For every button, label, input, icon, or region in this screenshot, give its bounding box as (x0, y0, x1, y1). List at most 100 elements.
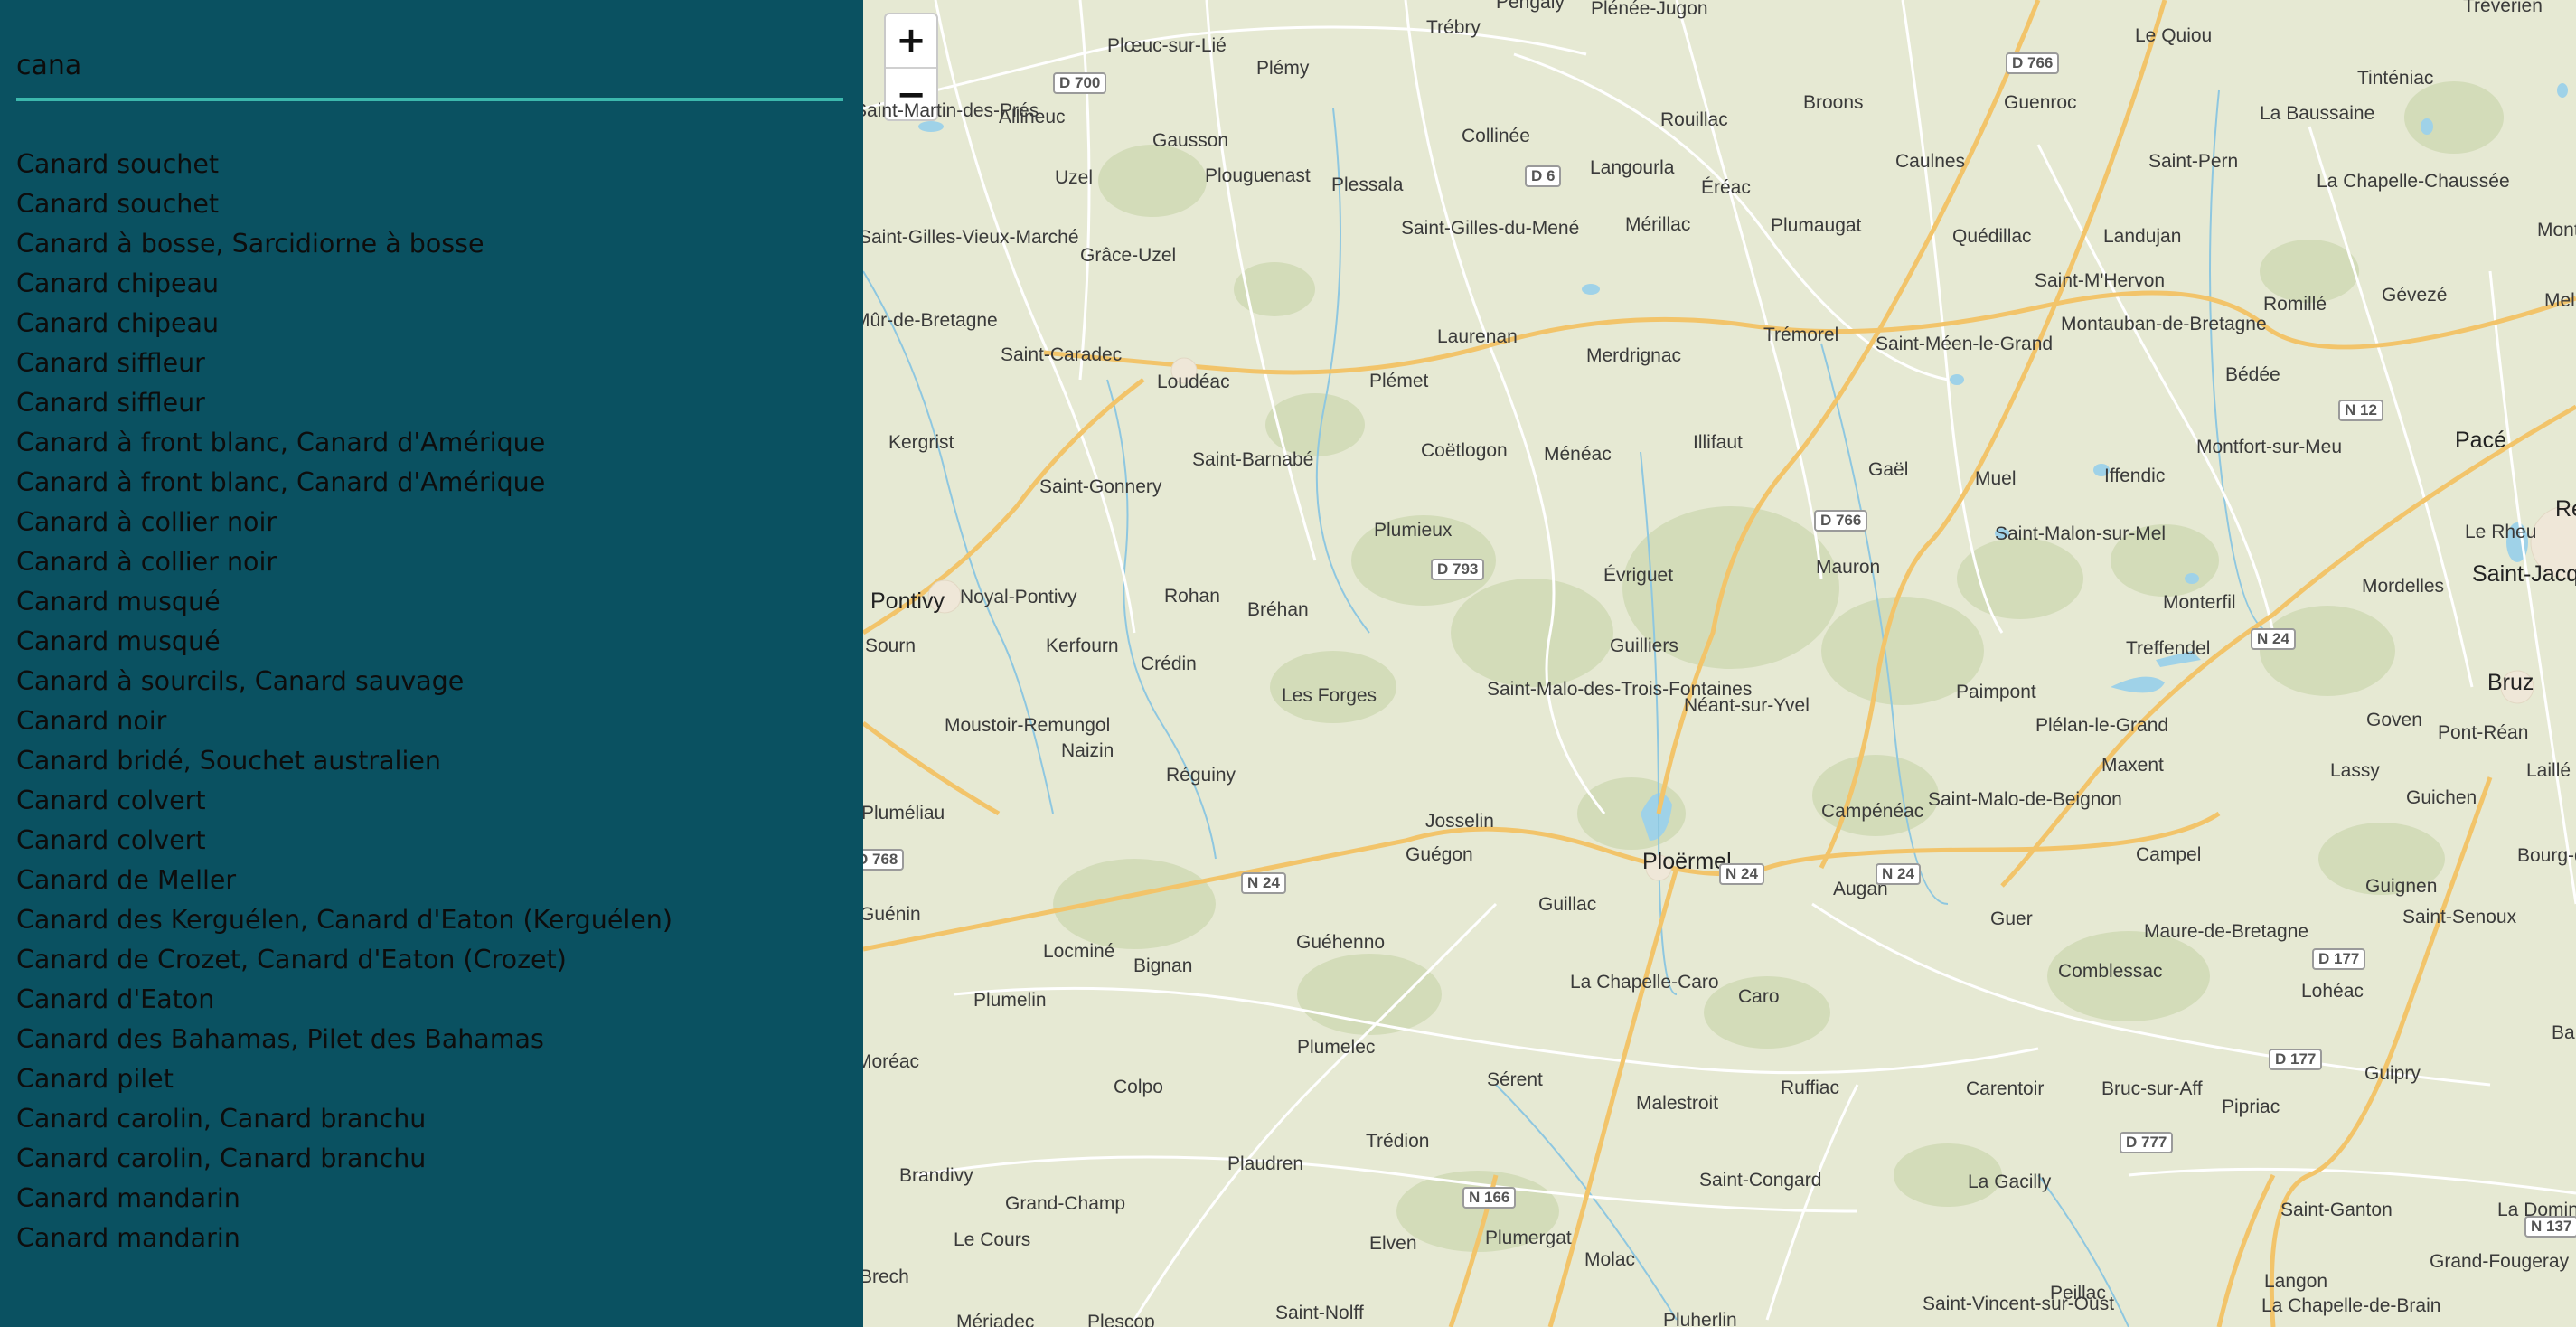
place-label: Plescop (1087, 1312, 1155, 1327)
result-item[interactable]: Canard à front blanc, Canard d'Amérique (16, 463, 672, 503)
place-label: Néant-sur-Yvel (1684, 695, 1810, 716)
result-item[interactable]: Canard carolin, Canard branchu (16, 1139, 672, 1179)
result-item[interactable]: Canard souchet (16, 145, 672, 184)
result-item[interactable]: Canard musqué (16, 622, 672, 662)
place-label: Campénéac (1821, 801, 1924, 822)
result-item[interactable]: Canard des Kerguélen, Canard d'Eaton (Ke… (16, 900, 672, 940)
place-label: Noyal-Pontivy (960, 587, 1077, 607)
place-label: Rohan (1164, 586, 1220, 607)
result-item[interactable]: Canard pilet (16, 1059, 672, 1099)
place-label: Kergrist (888, 432, 954, 453)
road-shield: D 177 (2312, 948, 2366, 970)
place-label: Gaël (1868, 459, 1909, 480)
place-label: Mûr-de-Bretagne (863, 310, 998, 331)
place-label: Quédillac (1952, 226, 2032, 247)
place-label: Brandivy (899, 1165, 973, 1186)
place-label: Plouguenast (1205, 165, 1311, 186)
place-label: Guénin (863, 904, 921, 925)
place-label: Pluméliau (863, 803, 945, 823)
place-label: Évriguet (1603, 565, 1674, 586)
place-label: Molac (1584, 1249, 1636, 1270)
place-label: Crédin (1141, 654, 1197, 674)
result-item[interactable]: Canard chipeau (16, 264, 672, 304)
place-label: Gausson (1152, 130, 1229, 151)
place-label: Plœuc-sur-Lié (1107, 35, 1227, 56)
result-item[interactable]: Canard d'Eaton (16, 980, 672, 1020)
place-label: Trébry (1426, 17, 1481, 38)
place-label: Réguiny (1166, 765, 1236, 786)
result-item[interactable]: Canard mandarin (16, 1179, 672, 1219)
road-shield: D 700 (1053, 72, 1107, 94)
place-label: Grand-Fougeray (2430, 1251, 2570, 1272)
place-label: Laillé (2526, 760, 2571, 781)
place-label: Saint-Pern (2148, 151, 2239, 172)
place-label: Saint-Gonnery (1039, 476, 1162, 497)
result-item[interactable]: Canard siffleur (16, 383, 672, 423)
place-label: La Gacilly (1968, 1172, 2052, 1192)
road-shield: N 24 (1719, 863, 1764, 885)
result-item[interactable]: Canard colvert (16, 821, 672, 861)
result-item[interactable]: Canard chipeau (16, 304, 672, 344)
place-label: Le Quiou (2135, 25, 2213, 46)
place-label: Montreuil-le-Gast (2537, 220, 2576, 240)
place-label: Gévezé (2382, 285, 2448, 306)
road-shield: N 166 (1462, 1187, 1517, 1209)
place-label: Éréac (1701, 177, 1751, 198)
road-shield: N 137 (2524, 1216, 2576, 1238)
place-label: Montauban-de-Bretagne (2061, 314, 2267, 334)
place-label: Mérillac (1625, 214, 1691, 235)
place-label: Locminé (1043, 941, 1115, 962)
place-label: Pont-Réan (2438, 722, 2529, 743)
place-label: Maure-de-Bretagne (2144, 921, 2309, 942)
place-label: Saint-Martin-des-Prés (863, 100, 1039, 121)
result-item[interactable]: Canard bridé, Souchet australien (16, 741, 672, 781)
place-label: Guignen (2365, 876, 2438, 897)
search-input[interactable] (16, 36, 843, 94)
result-item[interactable]: Canard colvert (16, 781, 672, 821)
place-label: Saint-Vincent-sur-Oust (1923, 1294, 2115, 1314)
place-label: Caro (1738, 986, 1780, 1007)
place-label: Plumergat (1485, 1228, 1572, 1248)
result-item[interactable]: Canard à bosse, Sarcidiorne à bosse (16, 224, 672, 264)
place-label: Bignan (1133, 955, 1193, 976)
place-label: Langourla (1590, 157, 1675, 178)
place-label: Guéhenno (1296, 932, 1386, 953)
place-label: Romillé (2263, 294, 2327, 315)
place-label: Guillac (1538, 894, 1597, 915)
result-item[interactable]: Canard de Meller (16, 861, 672, 900)
road-shield: N 24 (1876, 863, 1921, 885)
road-shield: D 6 (1525, 165, 1562, 187)
place-label: Le Rheu (2465, 522, 2537, 542)
road-shield: D 177 (2269, 1049, 2323, 1070)
place-label: Malestroit (1636, 1093, 1719, 1114)
map[interactable]: + − Plœuc-sur-Lié Trébry Plénée-Jugon Le… (863, 0, 2576, 1327)
result-item[interactable]: Canard siffleur (16, 344, 672, 383)
result-item[interactable]: Canard à sourcils, Canard sauvage (16, 662, 672, 701)
place-label: Kerfourn (1046, 635, 1119, 656)
result-item[interactable]: Canard souchet (16, 184, 672, 224)
place-label: Pontivy (870, 588, 945, 614)
road-shield: D 766 (2006, 52, 2060, 74)
place-label: La Chapelle-de-Brain (2261, 1295, 2441, 1316)
result-item[interactable]: Canard à front blanc, Canard d'Amérique (16, 423, 672, 463)
result-item[interactable]: Canard des Bahamas, Pilet des Bahamas (16, 1020, 672, 1059)
place-label: Mériadec (956, 1312, 1035, 1327)
result-item[interactable]: Canard noir (16, 701, 672, 741)
result-item[interactable]: Canard de Crozet, Canard d'Eaton (Crozet… (16, 940, 672, 980)
result-item[interactable]: Canard à collier noir (16, 542, 672, 582)
result-item[interactable]: Canard carolin, Canard branchu (16, 1099, 672, 1139)
place-label: Maxent (2101, 755, 2164, 776)
place-label: Saint-Congard (1699, 1170, 1822, 1191)
forest-areas (1053, 81, 2504, 1252)
place-label: Plumaugat (1771, 215, 1862, 236)
result-item[interactable]: Canard mandarin (16, 1219, 672, 1258)
zoom-in-button[interactable]: + (886, 14, 936, 69)
result-item[interactable]: Canard à collier noir (16, 503, 672, 542)
place-label: Carentoir (1966, 1078, 2045, 1099)
result-item[interactable]: Canard musqué (16, 582, 672, 622)
road-shield: N 24 (2251, 628, 2296, 650)
place-label: Saint-Barnabé (1192, 449, 1314, 470)
place-label: Mel (2544, 290, 2575, 311)
place-label: Collinée (1462, 126, 1530, 146)
place-label: Moustoir-Remungol (945, 715, 1111, 736)
